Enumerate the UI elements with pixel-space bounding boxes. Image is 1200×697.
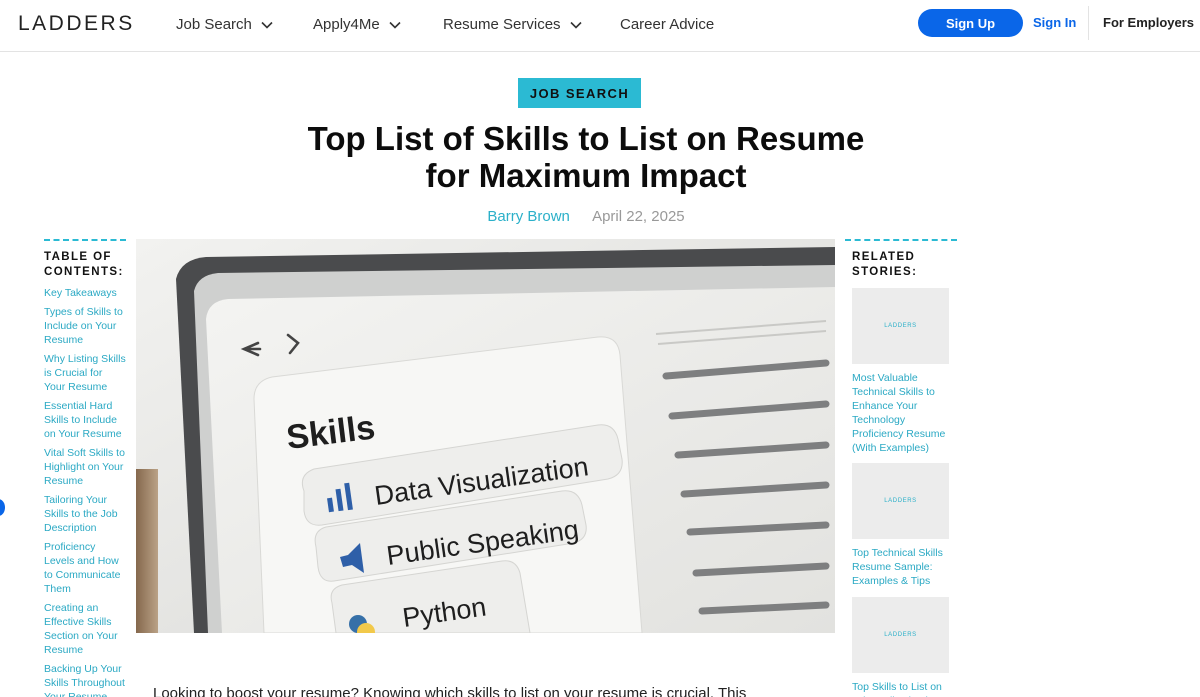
- related-heading: RELATED STORIES:: [852, 251, 918, 278]
- publish-date: April 22, 2025: [592, 208, 685, 225]
- nav-career-advice-label: Career Advice: [620, 16, 715, 33]
- header-divider: [1088, 6, 1089, 40]
- toc-item[interactable]: Creating an Effective Skills Section on …: [44, 601, 126, 657]
- related-stories: RELATED STORIES: LADDERS Most Valuable T…: [845, 239, 957, 697]
- story-thumbnail[interactable]: LADDERS: [852, 288, 949, 364]
- article-title-line-2: for Maximum Impact: [425, 157, 747, 194]
- thumb-logo: LADDERS: [884, 323, 917, 329]
- toc-item[interactable]: Key Takeaways: [44, 286, 126, 300]
- nav-resume-services-label: Resume Services: [443, 16, 561, 33]
- article-intro: Looking to boost your resume? Knowing wh…: [153, 685, 747, 697]
- chevron-down-icon: [389, 21, 401, 29]
- related-story[interactable]: LADDERS Top Technical Skills Resume Samp…: [852, 463, 950, 588]
- story-title[interactable]: Top Skills to List on Job Application in: [852, 680, 950, 697]
- toc-heading: TABLE OF CONTENTS:: [44, 251, 124, 278]
- thumb-logo: LADDERS: [884, 498, 917, 504]
- toc-item[interactable]: Tailoring Your Skills to the Job Descrip…: [44, 493, 126, 535]
- story-thumbnail[interactable]: LADDERS: [852, 463, 949, 539]
- hero-image: Skills Data Visualization Public Speakin…: [136, 239, 835, 633]
- toc-item[interactable]: Vital Soft Skills to Highlight on Your R…: [44, 446, 126, 488]
- chevron-down-icon: [569, 21, 582, 29]
- side-tab-indicator[interactable]: [0, 499, 5, 516]
- related-story[interactable]: LADDERS Top Skills to List on Job Applic…: [852, 597, 950, 697]
- site-header: LADDERS Job Search Apply4Me Resume Servi…: [0, 0, 1200, 52]
- article-title: Top List of Skills to List on Resume for…: [250, 120, 922, 194]
- thumb-logo: LADDERS: [884, 632, 917, 638]
- story-title[interactable]: Top Technical Skills Resume Sample: Exam…: [852, 546, 950, 588]
- sign-in-link[interactable]: Sign In: [1033, 15, 1076, 30]
- toc-item[interactable]: Types of Skills to Include on Your Resum…: [44, 305, 126, 347]
- story-thumbnail[interactable]: LADDERS: [852, 597, 949, 673]
- related-story[interactable]: LADDERS Most Valuable Technical Skills t…: [852, 288, 950, 455]
- nav-job-search-label: Job Search: [176, 16, 252, 33]
- nav-apply4me-label: Apply4Me: [313, 16, 380, 33]
- article-title-line-1: Top List of Skills to List on Resume: [307, 120, 865, 157]
- nav-resume-services[interactable]: Resume Services: [443, 16, 583, 33]
- toc-item[interactable]: Backing Up Your Skills Throughout Your R…: [44, 662, 126, 697]
- nav-job-search[interactable]: Job Search: [176, 16, 274, 33]
- sign-up-button[interactable]: Sign Up: [918, 9, 1023, 37]
- story-title[interactable]: Most Valuable Technical Skills to Enhanc…: [852, 371, 950, 455]
- category-badge[interactable]: JOB SEARCH: [518, 78, 641, 108]
- hero-illustration: Skills Data Visualization Public Speakin…: [136, 239, 835, 633]
- toc-item[interactable]: Proficiency Levels and How to Communicat…: [44, 540, 126, 596]
- table-of-contents: TABLE OF CONTENTS: Key Takeaways Types o…: [44, 239, 126, 697]
- nav-career-advice[interactable]: Career Advice: [620, 16, 714, 33]
- toc-list: Key Takeaways Types of Skills to Include…: [44, 286, 126, 697]
- byline: Barry Brown April 22, 2025: [0, 208, 1172, 225]
- toc-item[interactable]: Essential Hard Skills to Include on Your…: [44, 399, 126, 441]
- toc-item[interactable]: Why Listing Skills is Crucial for Your R…: [44, 352, 126, 394]
- ladders-logo[interactable]: LADDERS: [18, 12, 135, 36]
- nav-apply4me[interactable]: Apply4Me: [313, 16, 402, 33]
- author-link[interactable]: Barry Brown: [487, 208, 570, 225]
- for-employers-link[interactable]: For Employers: [1103, 15, 1194, 30]
- chevron-down-icon: [261, 21, 273, 29]
